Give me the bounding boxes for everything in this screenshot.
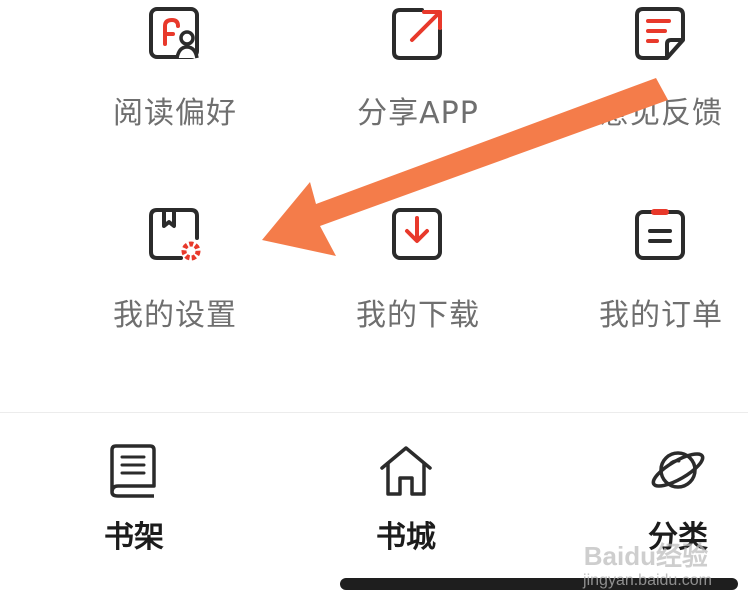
- menu-item-my-settings[interactable]: 我的设置: [100, 200, 250, 340]
- bookstore-home-icon: [380, 446, 432, 496]
- menu-item-label: 分享APP: [357, 96, 479, 131]
- menu-item-feedback[interactable]: 意见反馈: [586, 0, 736, 140]
- tabbar-divider: [0, 412, 748, 413]
- menu-item-label: 阅读偏好: [113, 96, 237, 131]
- tab-label: 书城: [376, 520, 436, 555]
- my-settings-icon: [149, 208, 201, 261]
- bookshelf-icon: [110, 444, 156, 498]
- menu-item-share-app[interactable]: 分享APP: [343, 0, 493, 140]
- tab-bookshelf[interactable]: 书架: [64, 434, 204, 555]
- watermark-brand: Baidu经验: [583, 541, 708, 571]
- watermark-url: jingyan.baidu.com: [583, 572, 712, 589]
- reading-preference-icon: [149, 7, 199, 59]
- tab-label: 书架: [104, 520, 164, 555]
- my-orders-icon: [635, 209, 685, 260]
- menu-item-my-orders[interactable]: 我的订单: [586, 200, 736, 340]
- category-planet-icon: [651, 451, 705, 489]
- profile-menu-grid: 阅读偏好 分享APP 意见反馈 我的设置 我的下载 我的订单: [0, 0, 748, 410]
- feedback-icon: [635, 7, 685, 60]
- menu-item-label: 我的下载: [356, 298, 480, 333]
- menu-item-label: 意见反馈: [599, 96, 723, 131]
- menu-item-my-downloads[interactable]: 我的下载: [343, 200, 493, 340]
- menu-item-reading-preference[interactable]: 阅读偏好: [100, 0, 250, 140]
- share-app-icon: [392, 8, 442, 60]
- menu-item-label: 我的设置: [113, 298, 237, 333]
- menu-item-label: 我的订单: [599, 298, 723, 333]
- tab-bookstore[interactable]: 书城: [336, 434, 476, 555]
- my-downloads-icon: [392, 208, 442, 260]
